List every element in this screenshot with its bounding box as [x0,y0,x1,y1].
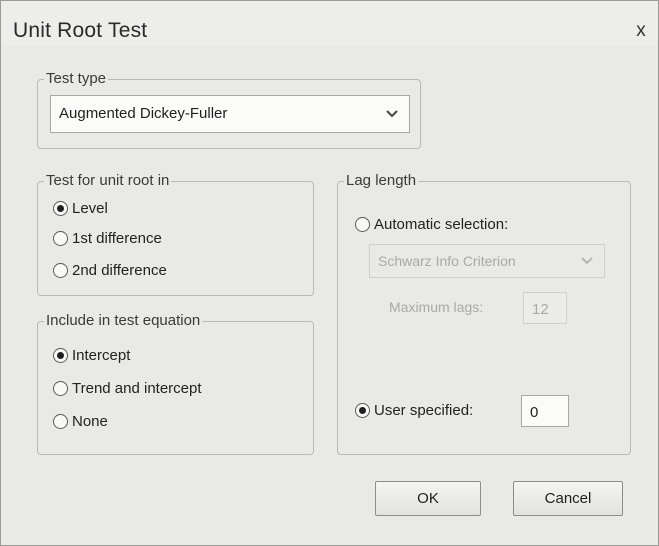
radio-1st-difference[interactable]: 1st difference [53,230,162,247]
close-icon[interactable]: x [631,21,651,41]
test-type-value: Augmented Dickey-Fuller [59,105,228,122]
radio-dot [53,231,68,246]
radio-2nd-difference[interactable]: 2nd difference [53,262,167,279]
lag-length-legend: Lag length [344,172,419,189]
automatic-selection-label: Automatic selection: [374,216,509,233]
unit-root-in-legend: Test for unit root in [44,172,172,189]
radio-level[interactable]: Level [53,200,108,217]
maximum-lags-input[interactable]: 12 [523,292,567,324]
radio-dot [355,217,370,232]
user-specified-label: User specified: [374,402,474,419]
radio-dot [53,263,68,278]
radio-dot [53,381,68,396]
test-type-legend: Test type [44,70,109,87]
include-legend: Include in test equation [44,312,203,329]
radio-trend-and-intercept-label: Trend and intercept [72,380,202,397]
ok-button[interactable]: OK [375,481,481,516]
radio-intercept-label: Intercept [72,347,131,364]
radio-dot [53,414,68,429]
cancel-button[interactable]: Cancel [513,481,623,516]
radio-automatic-selection[interactable]: Automatic selection: [355,216,508,233]
radio-user-specified[interactable]: User specified: [355,402,473,419]
test-type-select[interactable]: Augmented Dickey-Fuller [50,95,410,133]
chevron-down-icon [580,250,594,273]
chevron-down-icon [385,103,399,126]
radio-level-label: Level [72,200,108,217]
radio-none-label: None [72,413,108,430]
radio-dot-checked [53,201,68,216]
radio-dot-checked [355,403,370,418]
title-bar: Unit Root Test x [1,1,658,45]
radio-2nd-difference-label: 2nd difference [72,262,167,279]
user-specified-input[interactable]: 0 [521,395,569,427]
unit-root-test-dialog: Unit Root Test x Test type Augmented Dic… [0,0,659,546]
radio-1st-difference-label: 1st difference [72,230,162,247]
criterion-select[interactable]: Schwarz Info Criterion [369,244,605,278]
test-type-group: Test type Augmented Dickey-Fuller [37,70,421,149]
maximum-lags-label: Maximum lags: [389,299,484,315]
radio-none[interactable]: None [53,413,108,430]
radio-dot-checked [53,348,68,363]
radio-trend-and-intercept[interactable]: Trend and intercept [53,380,202,397]
criterion-value: Schwarz Info Criterion [378,253,516,269]
dialog-title: Unit Root Test [13,19,148,42]
radio-intercept[interactable]: Intercept [53,347,130,364]
